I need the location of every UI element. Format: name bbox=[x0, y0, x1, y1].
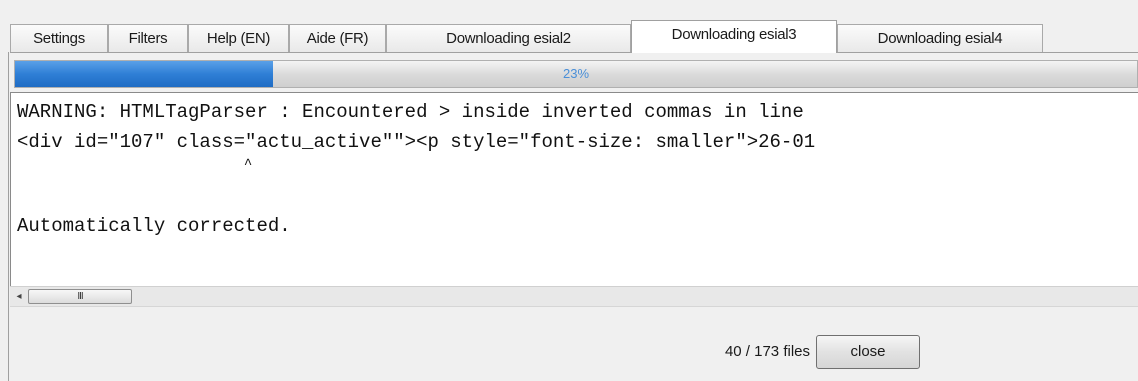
close-button[interactable]: close bbox=[816, 335, 920, 369]
progress-percentage: 23% bbox=[562, 66, 590, 81]
tab-filters[interactable]: Filters bbox=[108, 24, 188, 52]
scroll-thumb[interactable]: III bbox=[28, 289, 132, 304]
tab-bar: Settings Filters Help (EN) Aide (FR) Dow… bbox=[10, 20, 1138, 53]
tab-aide-fr[interactable]: Aide (FR) bbox=[289, 24, 386, 52]
scroll-left-icon[interactable]: ◂ bbox=[10, 287, 28, 306]
file-count-status: 40 / 173 files bbox=[724, 343, 810, 360]
download-window: Settings Filters Help (EN) Aide (FR) Dow… bbox=[0, 0, 1138, 381]
tab-settings[interactable]: Settings bbox=[10, 24, 108, 52]
log-output[interactable]: WARNING: HTMLTagParser : Encountered > i… bbox=[10, 92, 1138, 286]
tab-downloading-esial3[interactable]: Downloading esial3 bbox=[631, 20, 837, 53]
log-line: WARNING: HTMLTagParser : Encountered > i… bbox=[17, 101, 804, 123]
footer-divider bbox=[10, 306, 1138, 307]
download-progress-bar: 23% bbox=[14, 60, 1138, 88]
tab-help-en[interactable]: Help (EN) bbox=[188, 24, 289, 52]
panel-border bbox=[8, 52, 9, 381]
tab-downloading-esial4[interactable]: Downloading esial4 bbox=[837, 24, 1043, 52]
tab-downloading-esial2[interactable]: Downloading esial2 bbox=[386, 24, 631, 52]
log-line: <div id="107" class="actu_active""><p st… bbox=[17, 131, 816, 153]
tab-divider bbox=[10, 52, 1138, 53]
log-line: Automatically corrected. bbox=[17, 215, 291, 237]
horizontal-scrollbar[interactable]: ◂ III bbox=[10, 286, 1138, 306]
log-line: ^ bbox=[17, 157, 253, 173]
